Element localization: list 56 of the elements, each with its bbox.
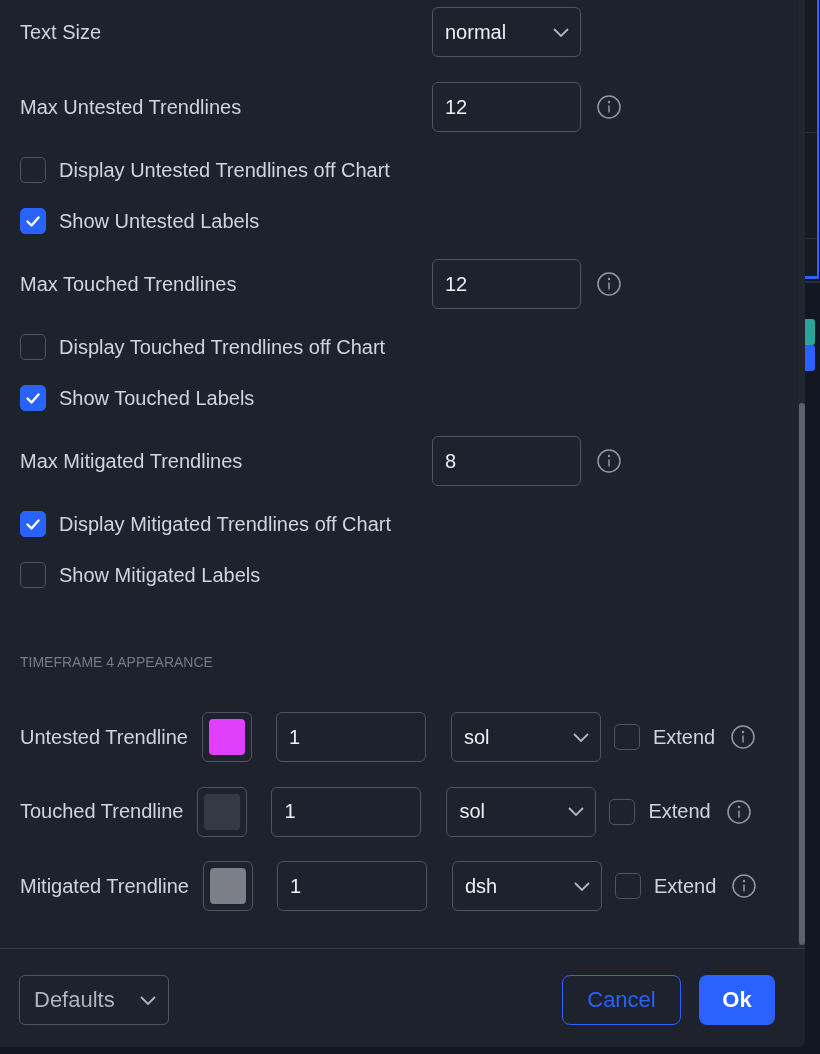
- line-style-dropdown[interactable]: sol: [446, 786, 597, 837]
- checkmark-icon: [26, 392, 40, 404]
- checkbox-label[interactable]: Show Untested Labels: [59, 209, 260, 233]
- defaults-dropdown[interactable]: Defaults: [19, 975, 169, 1025]
- chevron-down-icon: [572, 732, 589, 742]
- number-field[interactable]: 8: [432, 436, 581, 486]
- chevron-down-icon: [140, 995, 156, 1005]
- line-style-dropdown[interactable]: dsh: [452, 861, 602, 911]
- chevron-down-icon: [553, 27, 569, 37]
- scrollbar-thumb[interactable]: [799, 403, 805, 945]
- checkbox[interactable]: [609, 798, 636, 825]
- chevron-down-icon: [574, 881, 590, 891]
- setting-label: Text Size: [20, 20, 103, 44]
- info-icon[interactable]: [731, 725, 756, 749]
- info-icon[interactable]: [597, 95, 621, 119]
- checkbox[interactable]: [20, 334, 46, 360]
- color-picker-button[interactable]: [201, 712, 252, 762]
- info-icon[interactable]: [726, 799, 751, 824]
- setting-label: Max Touched Trendlines: [20, 272, 238, 296]
- checkbox-label[interactable]: Display Touched Trendlines off Chart: [59, 335, 386, 359]
- number-field[interactable]: 12: [432, 259, 581, 309]
- checkmark-icon: [26, 215, 40, 227]
- checkbox[interactable]: [20, 385, 46, 411]
- setting-label: Touched Trendline: [20, 800, 184, 823]
- setting-label: Mitigated Trendline: [20, 874, 189, 898]
- dropdown[interactable]: normal: [432, 7, 581, 57]
- chevron-down-icon: [568, 807, 585, 816]
- checkbox[interactable]: [20, 511, 46, 537]
- setting-label: Untested Trendline: [20, 725, 188, 749]
- number-field[interactable]: 12: [432, 82, 581, 132]
- checkbox[interactable]: [613, 724, 640, 750]
- checkbox-label[interactable]: Extend: [652, 725, 716, 749]
- line-width-field[interactable]: 1: [275, 712, 426, 762]
- color-picker-button[interactable]: [203, 861, 253, 911]
- checkbox-label[interactable]: Extend: [648, 800, 711, 823]
- checkbox-label[interactable]: Show Mitigated Labels: [59, 563, 261, 587]
- checkbox[interactable]: [20, 562, 46, 588]
- line-style-dropdown[interactable]: sol: [450, 712, 601, 762]
- line-width-field[interactable]: 1: [277, 861, 427, 911]
- line-width-field[interactable]: 1: [271, 786, 422, 837]
- checkmark-icon: [26, 518, 40, 530]
- checkbox[interactable]: [20, 157, 46, 183]
- section-heading: TIMEFRAME 4 APPEARANCE: [20, 654, 213, 670]
- setting-label: Max Mitigated Trendlines: [20, 449, 244, 473]
- ok-button[interactable]: Ok: [699, 975, 775, 1025]
- checkbox[interactable]: [20, 208, 46, 234]
- info-icon[interactable]: [732, 874, 757, 898]
- info-icon[interactable]: [597, 272, 621, 296]
- info-icon[interactable]: [597, 449, 621, 473]
- checkbox-label[interactable]: Display Mitigated Trendlines off Chart: [59, 512, 391, 536]
- checkbox-label[interactable]: Show Touched Labels: [59, 386, 255, 410]
- color-picker-button[interactable]: [197, 786, 248, 837]
- checkbox-label[interactable]: Extend: [654, 874, 717, 898]
- checkbox-label[interactable]: Display Untested Trendlines off Chart: [59, 158, 390, 182]
- setting-label: Max Untested Trendlines: [20, 95, 243, 119]
- checkbox[interactable]: [615, 873, 641, 899]
